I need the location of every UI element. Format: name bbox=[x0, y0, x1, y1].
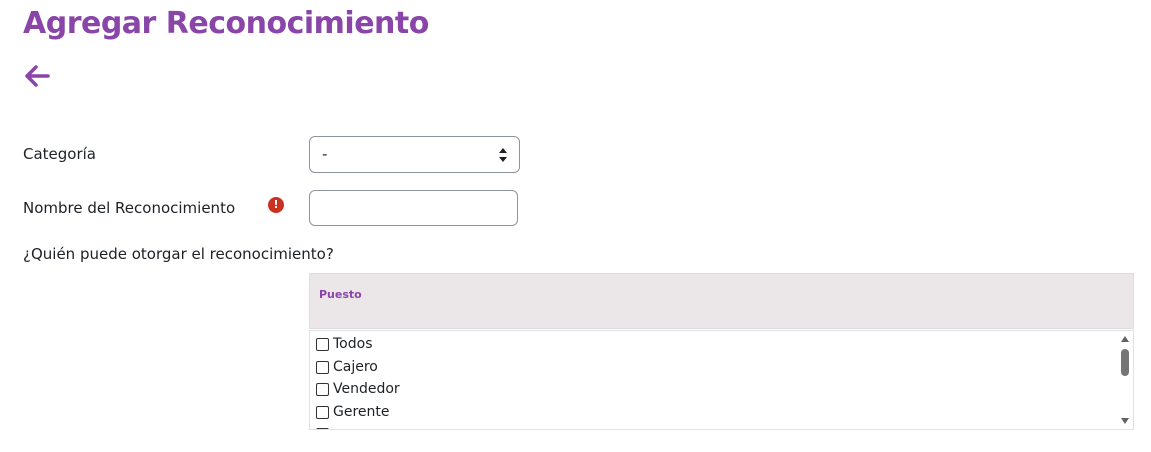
exclamation-circle-icon: ! bbox=[268, 197, 284, 213]
scrollbar[interactable] bbox=[1117, 331, 1133, 429]
name-input[interactable] bbox=[309, 190, 518, 226]
category-select[interactable]: - bbox=[309, 136, 520, 173]
scroll-thumb[interactable] bbox=[1121, 349, 1129, 376]
position-column-header: Puesto bbox=[319, 288, 362, 301]
scroll-down-arrow-icon[interactable] bbox=[1121, 418, 1129, 424]
checkbox[interactable] bbox=[316, 427, 329, 429]
list-item-label: Gerente bbox=[333, 404, 390, 420]
list-item[interactable]: Vendedor bbox=[316, 379, 400, 399]
page-title: Agregar Reconocimiento bbox=[23, 6, 429, 41]
category-selected-value: - bbox=[322, 145, 328, 163]
back-button[interactable] bbox=[23, 62, 51, 90]
name-label: Nombre del Reconocimiento bbox=[23, 199, 236, 217]
arrow-left-icon bbox=[25, 65, 50, 87]
list-item[interactable]: Cajero bbox=[316, 357, 378, 377]
checkbox[interactable] bbox=[316, 360, 329, 374]
checkbox[interactable] bbox=[316, 382, 329, 396]
list-item[interactable]: Todos bbox=[316, 334, 372, 354]
list-item-label: Cajero bbox=[333, 359, 378, 375]
select-arrows-icon bbox=[499, 148, 507, 162]
positions-table-header: Puesto bbox=[309, 273, 1134, 329]
list-item-label: Vendedor bbox=[333, 381, 400, 397]
list-item[interactable] bbox=[316, 424, 333, 429]
positions-list[interactable]: Todos Cajero Vendedor Gerente bbox=[309, 330, 1134, 430]
scroll-up-arrow-icon[interactable] bbox=[1121, 336, 1129, 342]
checkbox[interactable] bbox=[316, 337, 329, 351]
checkbox[interactable] bbox=[316, 405, 329, 419]
category-label: Categoría bbox=[23, 145, 97, 163]
list-item[interactable]: Gerente bbox=[316, 402, 390, 422]
list-item-label: Todos bbox=[333, 336, 373, 352]
who-can-grant-label: ¿Quién puede otorgar el reconocimiento? bbox=[23, 245, 334, 263]
